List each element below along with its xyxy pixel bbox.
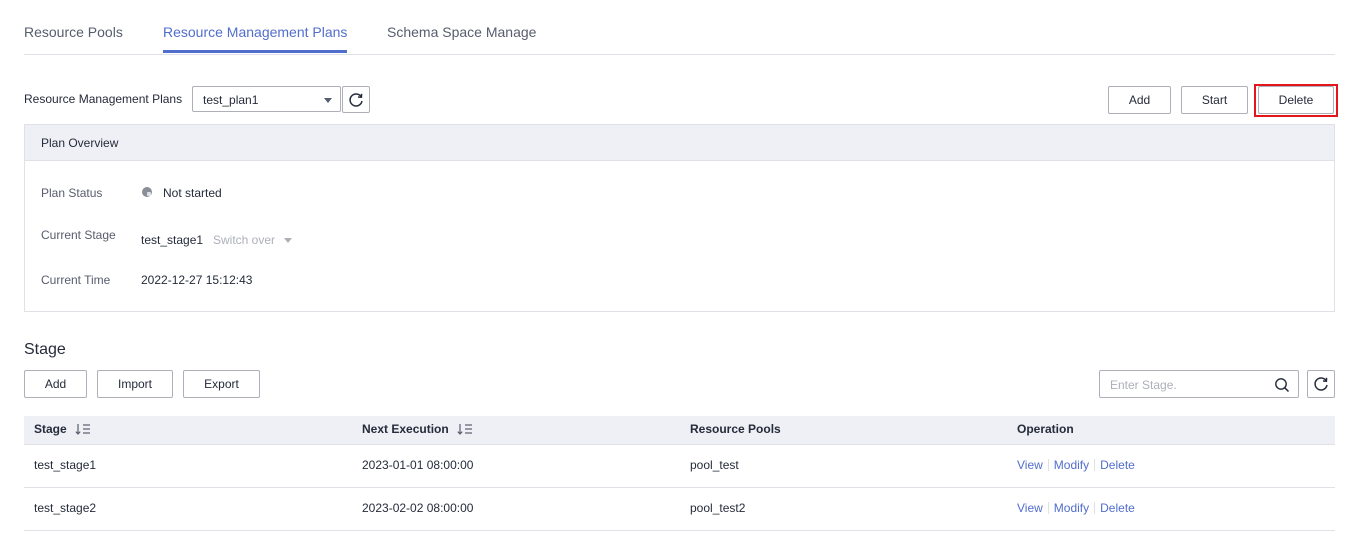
status-dot-icon <box>142 187 152 197</box>
separator <box>1094 502 1096 514</box>
tab-schema-space-manage[interactable]: Schema Space Manage <box>387 24 536 40</box>
delete-link[interactable]: Delete <box>1100 501 1135 515</box>
column-header-operation: Operation <box>1017 422 1074 436</box>
import-stage-button[interactable]: Import <box>97 370 173 398</box>
column-header-stage[interactable]: Stage <box>34 422 91 436</box>
cell-operation: View Modify Delete <box>1017 501 1135 515</box>
delete-link[interactable]: Delete <box>1100 458 1135 472</box>
cell-stage: test_stage2 <box>34 501 97 515</box>
current-stage-value: test_stage1 <box>141 233 204 247</box>
tab-resource-management-plans[interactable]: Resource Management Plans <box>163 24 347 40</box>
modify-link[interactable]: Modify <box>1054 501 1089 515</box>
add-stage-button[interactable]: Add <box>24 370 87 398</box>
plan-status-value: Not started <box>163 186 222 200</box>
refresh-icon <box>349 92 363 107</box>
stage-search <box>1099 370 1299 399</box>
current-time-value: 2022-12-27 15:12:43 <box>141 273 253 287</box>
sort-icon[interactable] <box>75 423 91 435</box>
cell-next-execution: 2023-01-01 08:00:00 <box>362 458 474 472</box>
tab-resource-pools[interactable]: Resource Pools <box>24 24 123 40</box>
sort-icon[interactable] <box>457 423 473 435</box>
modify-link[interactable]: Modify <box>1054 458 1089 472</box>
view-link[interactable]: View <box>1017 501 1043 515</box>
search-icon[interactable] <box>1274 377 1290 393</box>
cell-resource-pool: pool_test <box>690 458 739 472</box>
switch-over-dropdown[interactable]: Switch over <box>213 233 275 247</box>
stage-refresh-button[interactable] <box>1307 370 1335 398</box>
refresh-icon <box>1314 377 1328 391</box>
stage-section-title: Stage <box>24 341 66 358</box>
table-row: test_stage2 2023-02-02 08:00:00 pool_tes… <box>24 487 1335 531</box>
view-link[interactable]: View <box>1017 458 1043 472</box>
column-header-resource-pools: Resource Pools <box>690 422 781 436</box>
cell-stage: test_stage1 <box>34 458 97 472</box>
export-stage-button[interactable]: Export <box>183 370 260 398</box>
plan-select-value: test_plan1 <box>203 93 259 107</box>
plan-status-label: Plan Status <box>41 186 103 200</box>
switch-over-caret-icon <box>284 238 292 243</box>
plan-overview-panel: Plan Overview Plan Status Not started Cu… <box>24 124 1335 312</box>
current-time-label: Current Time <box>41 273 111 287</box>
table-header: Stage Next Execution Resource Pools Oper… <box>24 416 1335 445</box>
column-header-next-execution[interactable]: Next Execution <box>362 422 473 436</box>
active-tab-indicator <box>163 50 347 53</box>
highlight-box <box>1254 84 1338 117</box>
add-plan-button[interactable]: Add <box>1108 86 1171 114</box>
stage-search-input[interactable] <box>1100 371 1280 399</box>
plan-overview-title: Plan Overview <box>41 136 119 150</box>
cell-resource-pool: pool_test2 <box>690 501 746 515</box>
plan-select[interactable]: test_plan1 <box>192 86 341 112</box>
current-stage-label: Current Stage <box>41 228 116 242</box>
plan-overview-header: Plan Overview <box>25 125 1334 161</box>
start-plan-button[interactable]: Start <box>1181 86 1248 114</box>
separator <box>1094 459 1096 471</box>
separator <box>1047 502 1049 514</box>
caret-down-icon <box>324 98 332 103</box>
plan-select-label: Resource Management Plans <box>24 92 183 106</box>
cell-operation: View Modify Delete <box>1017 458 1135 472</box>
separator <box>1047 459 1049 471</box>
table-row: test_stage1 2023-01-01 08:00:00 pool_tes… <box>24 444 1335 488</box>
cell-next-execution: 2023-02-02 08:00:00 <box>362 501 474 515</box>
plan-refresh-button[interactable] <box>342 86 370 113</box>
tab-bar: Resource Pools Resource Management Plans… <box>24 0 1335 55</box>
